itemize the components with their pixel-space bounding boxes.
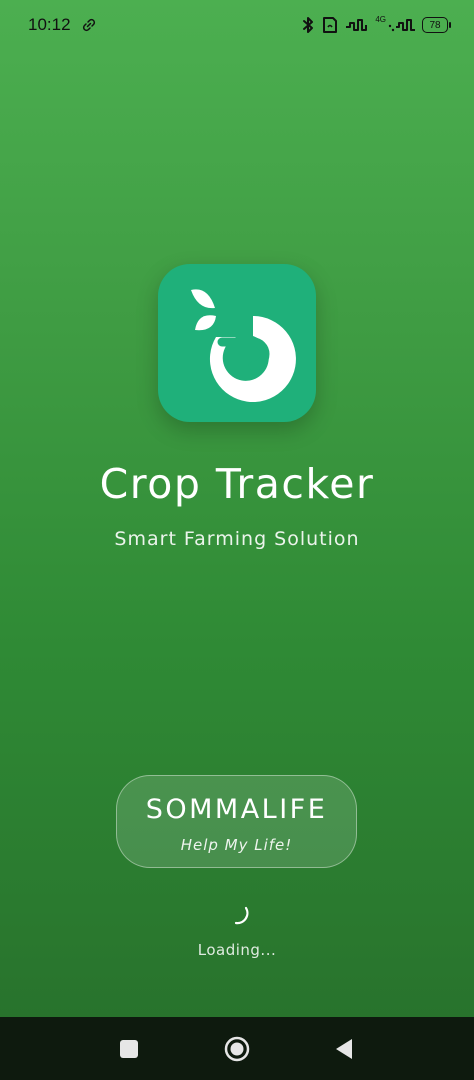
brand-card: SOMMALIFE Help My Life! bbox=[116, 775, 357, 868]
app-subtitle: Smart Farming Solution bbox=[114, 528, 360, 550]
splash-screen: 10:12 4G 78 Crop Tracker Smart Farming S… bbox=[0, 0, 474, 1080]
network-type-label: 4G bbox=[375, 14, 386, 24]
brand-name: SOMMALIFE bbox=[145, 794, 328, 825]
loading-spinner-icon bbox=[225, 900, 251, 926]
status-icons: 4G 78 bbox=[301, 14, 451, 36]
nfc-icon bbox=[321, 15, 339, 35]
loading-text: Loading... bbox=[197, 941, 277, 959]
battery-icon: 78 bbox=[422, 17, 451, 33]
signal-icon bbox=[345, 15, 369, 35]
link-icon bbox=[82, 18, 96, 32]
recents-icon[interactable] bbox=[115, 1035, 143, 1063]
status-bar: 10:12 4G 78 bbox=[0, 0, 474, 50]
status-time: 10:12 bbox=[28, 15, 71, 34]
crop-tracker-logo-icon bbox=[158, 264, 316, 422]
navigation-bar bbox=[0, 1017, 474, 1080]
signal-4g-icon bbox=[388, 15, 416, 35]
back-icon[interactable] bbox=[330, 1035, 358, 1063]
battery-level: 78 bbox=[429, 19, 441, 31]
bluetooth-icon bbox=[301, 15, 315, 35]
brand-tagline: Help My Life! bbox=[180, 836, 293, 854]
home-icon[interactable] bbox=[223, 1035, 251, 1063]
app-title: Crop Tracker bbox=[99, 460, 375, 508]
